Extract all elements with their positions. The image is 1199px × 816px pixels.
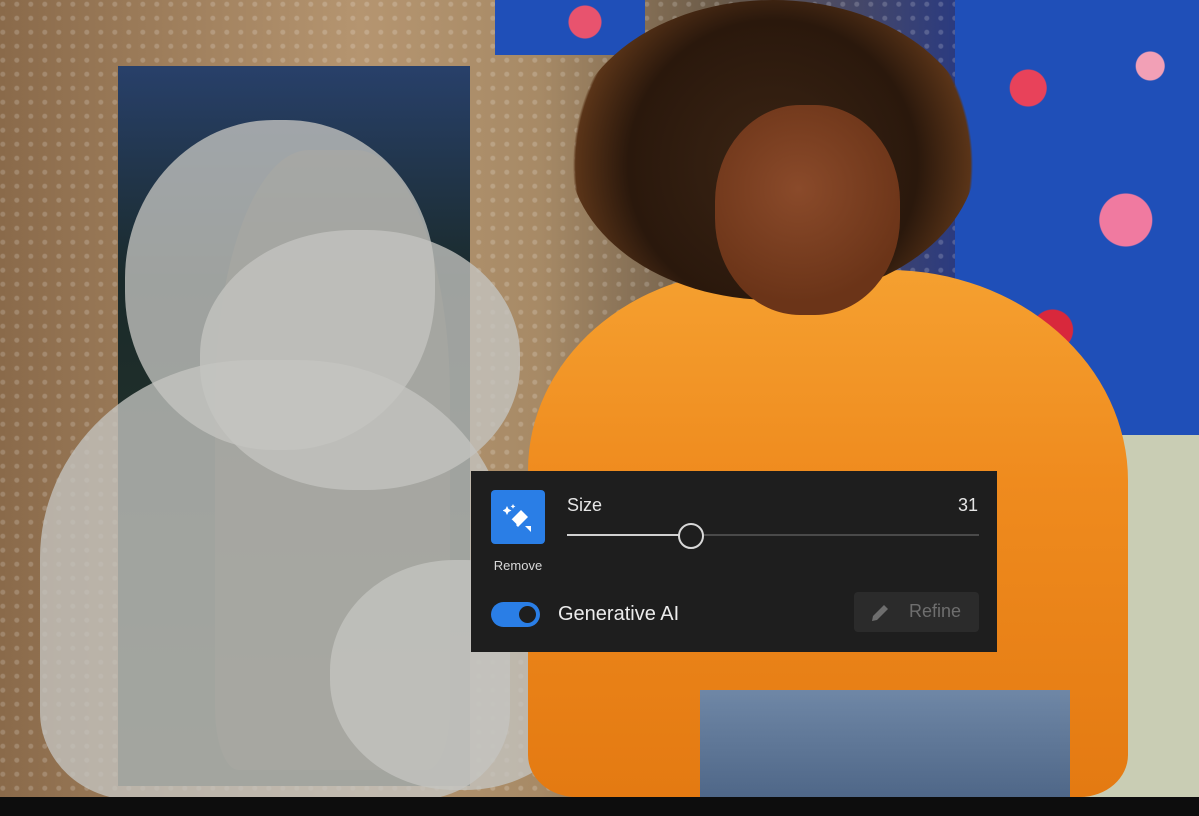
photo-canvas[interactable] <box>0 0 1199 797</box>
toggle-knob <box>519 606 536 623</box>
remove-tool-label: Remove <box>493 558 543 573</box>
size-slider[interactable] <box>567 523 979 549</box>
size-label: Size <box>567 495 603 515</box>
subject-jeans <box>700 690 1070 797</box>
remove-tool-panel: Remove Size 31 Generative AI Refine <box>471 471 997 652</box>
size-slider-fill <box>567 534 691 536</box>
refine-button[interactable]: Refine <box>854 592 979 632</box>
remove-tool-button[interactable] <box>491 490 545 544</box>
pencil-icon <box>872 605 888 621</box>
bottom-bar <box>0 797 1199 816</box>
size-value: 31 <box>957 495 978 515</box>
generative-ai-toggle[interactable] <box>491 602 540 627</box>
subject-face <box>715 105 900 315</box>
generative-ai-label: Generative AI <box>558 603 680 625</box>
refine-label: Refine <box>909 601 962 621</box>
size-slider-thumb[interactable] <box>677 523 704 549</box>
eraser-sparkle-icon <box>503 504 531 532</box>
